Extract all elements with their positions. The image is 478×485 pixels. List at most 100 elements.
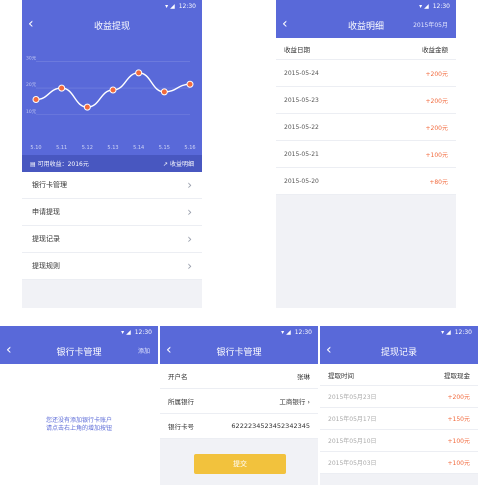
back-arrow-icon[interactable]: ‹ (282, 16, 288, 32)
data-point[interactable] (109, 86, 117, 94)
row-amount: +100元 (447, 460, 470, 467)
row-date: 2015-05-21 (284, 150, 319, 158)
status-time: 12:30 (134, 328, 152, 336)
menu-item-apply-withdraw[interactable]: 申请提现 › (22, 199, 202, 226)
status-bar: ▾ ◢ 12:30 (0, 326, 158, 338)
add-button[interactable]: 添加 (138, 346, 150, 355)
row-amount: +200元 (425, 97, 448, 105)
menu-item-label: 提现规则 (32, 262, 60, 270)
menu-item-bank-card[interactable]: 银行卡管理 › (22, 172, 202, 199)
list-item[interactable]: 2015-05-23 +200元 (276, 87, 456, 114)
signal-icon: ▾ ◢ (165, 2, 175, 10)
list-item[interactable]: 2015年05月03日 +100元 (320, 452, 478, 474)
x-tick-label: 5.13 (107, 145, 118, 151)
row-date: 2015-05-23 (284, 96, 319, 104)
menu-item-withdraw-rules[interactable]: 提现规则 › (22, 253, 202, 280)
list-item[interactable]: 2015-05-24 +200元 (276, 60, 456, 87)
status-time: 12:30 (454, 328, 472, 336)
list-item[interactable]: 2015年05月23日 +200元 (320, 386, 478, 408)
row-date: 2015-05-20 (284, 177, 319, 185)
summary-bar: ▤ 可用收益：2016元 ↗ 收益明细 (22, 155, 202, 172)
x-tick-label: 5.16 (184, 145, 195, 151)
screen-income-withdraw: ▾ ◢ 12:30 ‹ 收益提现 30元 20元 10元 5.10 5.11 5.12 5.… (22, 0, 202, 308)
income-chart: 30元 20元 10元 5.10 5.11 5.12 5.13 5.14 5.15 5.16 (22, 38, 202, 155)
data-point[interactable] (58, 84, 66, 92)
y-tick-label: 30元 (26, 55, 37, 61)
page-title: 收益提现 (93, 21, 130, 32)
list-header: 收益日期 收益金额 (276, 38, 456, 60)
available-income-label: 可用收益：2016元 (37, 161, 89, 168)
field-account-name[interactable]: 开户名 张琳 (160, 364, 318, 389)
status-bar: ▾ ◢ 12:30 (22, 0, 202, 12)
row-amount: +150元 (447, 416, 470, 423)
y-tick-label: 10元 (26, 109, 37, 115)
data-point[interactable] (186, 80, 194, 88)
field-label: 银行卡号 (168, 423, 194, 431)
screen-bank-card-empty: ▾ ◢ 12:30 ‹ 银行卡管理 添加 您还没有添加银行卡账户 请点击右上角的… (0, 326, 158, 485)
signal-icon: ▾ ◢ (419, 2, 429, 10)
data-point[interactable] (32, 96, 40, 104)
income-list: 2015-05-24 +200元 2015-05-23 +200元 2015-05-22… (276, 60, 456, 195)
row-amount: +200元 (425, 70, 448, 78)
row-date: 2015年05月23日 (328, 394, 377, 401)
back-arrow-icon[interactable]: ‹ (326, 342, 332, 358)
row-date: 2015年05月10日 (328, 438, 377, 445)
data-point[interactable] (160, 88, 168, 96)
month-selector[interactable]: 2015年05月 (413, 20, 448, 29)
menu-item-label: 申请提现 (32, 208, 60, 216)
column-time: 提取时间 (328, 371, 354, 380)
withdraw-list: 2015年05月23日 +200元 2015年05月17日 +150元 2015年05月… (320, 386, 478, 474)
app-bar: ‹ 收益明细 2015年05月 (276, 12, 456, 38)
x-tick-label: 5.12 (82, 145, 93, 151)
data-point[interactable] (135, 69, 143, 77)
row-amount: +100元 (447, 438, 470, 445)
list-item[interactable]: 2015-05-21 +100元 (276, 141, 456, 168)
row-date: 2015年05月03日 (328, 460, 377, 467)
income-detail-label: 收益明细 (169, 161, 194, 168)
status-time: 12:30 (294, 328, 312, 336)
menu-list: 银行卡管理 › 申请提现 › 提现记录 › 提现规则 › (22, 172, 202, 280)
status-time: 12:30 (178, 2, 196, 10)
app-bar: ‹ 银行卡管理 添加 (0, 338, 158, 364)
submit-button[interactable]: 提交 (194, 454, 286, 474)
line-chart: 30元 20元 10元 5.10 5.11 5.12 5.13 5.14 5.15 5.16 (26, 55, 196, 151)
list-item[interactable]: 2015-05-20 +80元 (276, 168, 456, 195)
signal-icon: ▾ ◢ (121, 328, 131, 336)
y-tick-label: 20元 (26, 82, 37, 88)
screen-income-detail: ▾ ◢ 12:30 ‹ 收益明细 2015年05月 收益日期 收益金额 2015… (276, 0, 456, 308)
field-value: 6222234523452342345 (231, 422, 310, 430)
data-point[interactable] (83, 103, 91, 111)
status-bar: ▾ ◢ 12:30 (320, 326, 478, 338)
list-item[interactable]: 2015年05月10日 +100元 (320, 430, 478, 452)
column-amount: 收益金额 (422, 45, 448, 54)
column-date: 收益日期 (284, 45, 310, 54)
status-bar: ▾ ◢ 12:30 (160, 326, 318, 338)
back-arrow-icon[interactable]: ‹ (28, 16, 34, 32)
x-tick-label: 5.14 (133, 145, 144, 151)
app-bar: ‹ 银行卡管理 (160, 338, 318, 364)
list-item[interactable]: 2015-05-22 +200元 (276, 114, 456, 141)
menu-item-label: 提现记录 (32, 235, 60, 243)
empty-message-line1: 您还没有添加银行卡账户 (45, 416, 112, 424)
menu-item-withdraw-record[interactable]: 提现记录 › (22, 226, 202, 253)
signal-icon: ▾ ◢ (441, 328, 451, 336)
row-date: 2015-05-22 (284, 123, 319, 131)
list-item[interactable]: 2015年05月17日 +150元 (320, 408, 478, 430)
income-detail-link[interactable]: ↗ 收益明细 (163, 159, 194, 168)
row-date: 2015-05-24 (284, 69, 319, 77)
back-arrow-icon[interactable]: ‹ (6, 342, 12, 358)
x-tick-label: 5.15 (159, 145, 170, 151)
page-title: 提现记录 (380, 347, 417, 358)
page-title: 银行卡管理 (56, 347, 102, 358)
screen-withdraw-record: ▾ ◢ 12:30 ‹ 提现记录 提取时间 提取现金 2015年05月23日 +2… (320, 326, 478, 485)
signal-icon: ▾ ◢ (281, 328, 291, 336)
status-time: 12:30 (432, 2, 450, 10)
field-bank[interactable]: 所属银行 工商银行 › (160, 389, 318, 414)
field-card-number[interactable]: 银行卡号 6222234523452342345 (160, 414, 318, 439)
row-amount: +80元 (429, 178, 448, 186)
empty-message-line2: 请点击右上角的增加按钮 (45, 424, 112, 432)
status-bar: ▾ ◢ 12:30 (276, 0, 456, 12)
field-label: 开户名 (168, 373, 188, 381)
x-tick-label: 5.10 (30, 145, 41, 151)
back-arrow-icon[interactable]: ‹ (166, 342, 172, 358)
